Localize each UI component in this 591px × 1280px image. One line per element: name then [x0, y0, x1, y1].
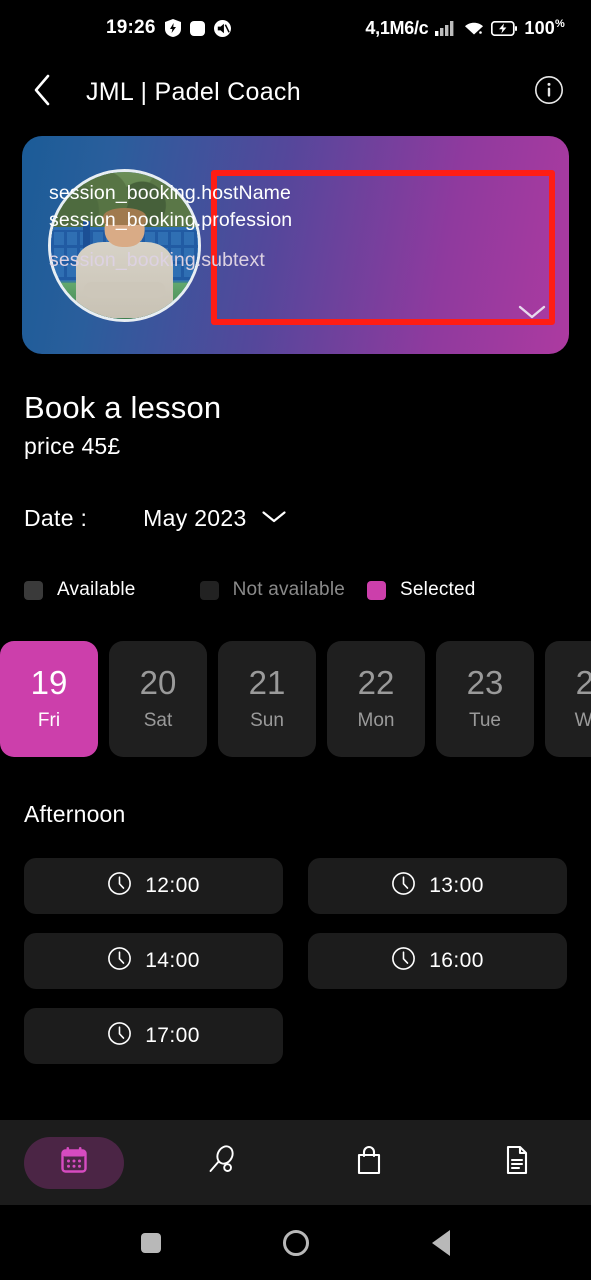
- clock-icon: [107, 1021, 132, 1051]
- date-selector-row: Date : May 2023: [24, 505, 567, 532]
- racket-icon: [205, 1143, 239, 1182]
- time-slot[interactable]: 16:00: [308, 933, 567, 989]
- bottom-navigation: [0, 1120, 591, 1205]
- clock-icon: [391, 946, 416, 976]
- status-bar-left: 19:26: [106, 17, 231, 39]
- time-slot-label: 12:00: [145, 874, 200, 897]
- availability-legend: Available Not available Selected: [24, 579, 567, 601]
- date-chip[interactable]: 20 Sat: [109, 641, 207, 757]
- legend-swatch-selected: [367, 580, 387, 600]
- legend-swatch-not-available: [199, 580, 219, 600]
- date-chip-weekday: Tue: [468, 709, 502, 731]
- time-slot[interactable]: 17:00: [24, 1008, 283, 1064]
- clock-icon: [391, 871, 416, 901]
- date-strip[interactable]: 19 Fri 20 Sat 21 Sun 22 Mon 23 Tue 24 We…: [0, 641, 591, 757]
- host-profession-label: session_booking.profession: [49, 209, 293, 231]
- time-slot-label: 13:00: [429, 874, 484, 897]
- date-chip[interactable]: 23 Tue: [436, 641, 534, 757]
- booking-price: price 45£: [24, 433, 121, 459]
- back-button[interactable]: [22, 72, 62, 112]
- data-rate-label: 4,1M6/c: [365, 17, 429, 38]
- triangle-back-icon[interactable]: [431, 1229, 450, 1256]
- booking-title: Book a lesson: [24, 390, 222, 425]
- status-bar-clock: 19:26: [106, 17, 156, 38]
- date-chip-day: 20: [139, 664, 177, 702]
- time-slot-grid: 12:00 13:00 14:00 16:00 17:00: [24, 858, 567, 1064]
- booking-section: Book a lesson price 45£ Date : May 2023 …: [0, 390, 591, 601]
- info-circle-icon: [534, 75, 564, 110]
- host-name-label: session_booking.hostName: [49, 182, 291, 204]
- shield-lightning-icon: [164, 19, 181, 37]
- time-section-heading: Afternoon: [24, 801, 126, 827]
- time-slot[interactable]: 14:00: [24, 933, 283, 989]
- date-chip-weekday: Mon: [357, 709, 395, 731]
- mute-speaker-icon: [213, 19, 231, 37]
- legend-label-not-available: Not available: [232, 579, 346, 600]
- date-chip-day: 24: [575, 664, 591, 702]
- chevron-left-icon: [31, 73, 53, 112]
- time-slot-label: 14:00: [145, 949, 200, 972]
- date-chip-day: 22: [357, 664, 395, 702]
- shopping-bag-icon: [354, 1144, 384, 1181]
- date-chip-weekday: Sun: [250, 709, 284, 731]
- square-icon[interactable]: [141, 1232, 162, 1253]
- date-chip-day: 19: [30, 664, 68, 702]
- nav-item-document[interactable]: [443, 1144, 591, 1181]
- document-icon: [502, 1144, 532, 1181]
- date-chip[interactable]: 21 Sun: [218, 641, 316, 757]
- session-booking-card-wrap: session_booking.hostName session_booking…: [0, 128, 591, 354]
- clock-icon: [107, 871, 132, 901]
- session-booking-text-block: session_booking.hostName session_booking…: [49, 180, 551, 274]
- chevron-down-icon: [517, 305, 547, 325]
- signal-bars-icon: [435, 20, 457, 36]
- wifi-icon: [464, 20, 484, 36]
- battery-charging-icon: [491, 20, 518, 36]
- date-chip-day: 21: [248, 664, 286, 702]
- date-chip-weekday: Sat: [143, 709, 173, 731]
- time-slot-label: 17:00: [145, 1024, 200, 1047]
- legend-label-available: Available: [57, 579, 136, 600]
- host-subtext-label: session_booking.subtext: [49, 249, 265, 271]
- date-chip[interactable]: 22 Mon: [327, 641, 425, 757]
- nav-item-racket[interactable]: [148, 1143, 296, 1182]
- legend-item-selected: Selected: [367, 579, 476, 601]
- nav-active-pill: [23, 1136, 124, 1189]
- legend-label-selected: Selected: [400, 579, 476, 600]
- app-bar: JML | Padel Coach: [0, 56, 591, 128]
- status-bar-right: 4,1M6/c 100%: [365, 18, 565, 39]
- circle-icon[interactable]: [283, 1229, 310, 1256]
- session-expand-button[interactable]: [517, 303, 547, 326]
- legend-swatch-available: [24, 580, 43, 600]
- status-bar: 19:26 4,1M6/c 100%: [0, 0, 591, 56]
- session-booking-card[interactable]: session_booking.hostName session_booking…: [22, 136, 569, 354]
- android-navigation-bar: [0, 1205, 591, 1280]
- legend-item-not-available: Not available: [199, 579, 346, 601]
- nav-item-shop[interactable]: [296, 1144, 444, 1181]
- time-slot-section: Afternoon 12:00 13:00 14:00 16:00 17:00: [0, 801, 591, 1064]
- clock-icon: [107, 946, 132, 976]
- date-chip[interactable]: 24 Wed: [545, 641, 591, 757]
- nav-item-calendar[interactable]: [0, 1136, 148, 1189]
- calendar-icon: [59, 1145, 89, 1180]
- time-slot[interactable]: 12:00: [24, 858, 283, 914]
- legend-item-available: Available: [24, 579, 136, 601]
- month-dropdown-button[interactable]: [261, 509, 287, 529]
- date-chip-weekday: Fri: [37, 709, 61, 731]
- date-label: Date :: [24, 505, 88, 531]
- time-slot[interactable]: 13:00: [308, 858, 567, 914]
- month-value[interactable]: May 2023: [143, 505, 246, 532]
- chevron-down-icon: [261, 509, 287, 529]
- time-slot-label: 16:00: [429, 949, 484, 972]
- date-chip-day: 23: [466, 664, 504, 702]
- rounded-square-icon: [189, 20, 205, 36]
- page-title: JML | Padel Coach: [86, 77, 301, 106]
- date-chip-weekday: Wed: [574, 709, 591, 731]
- date-chip[interactable]: 19 Fri: [0, 641, 98, 757]
- info-button[interactable]: [529, 72, 569, 112]
- battery-percent-label: 100%: [524, 17, 565, 38]
